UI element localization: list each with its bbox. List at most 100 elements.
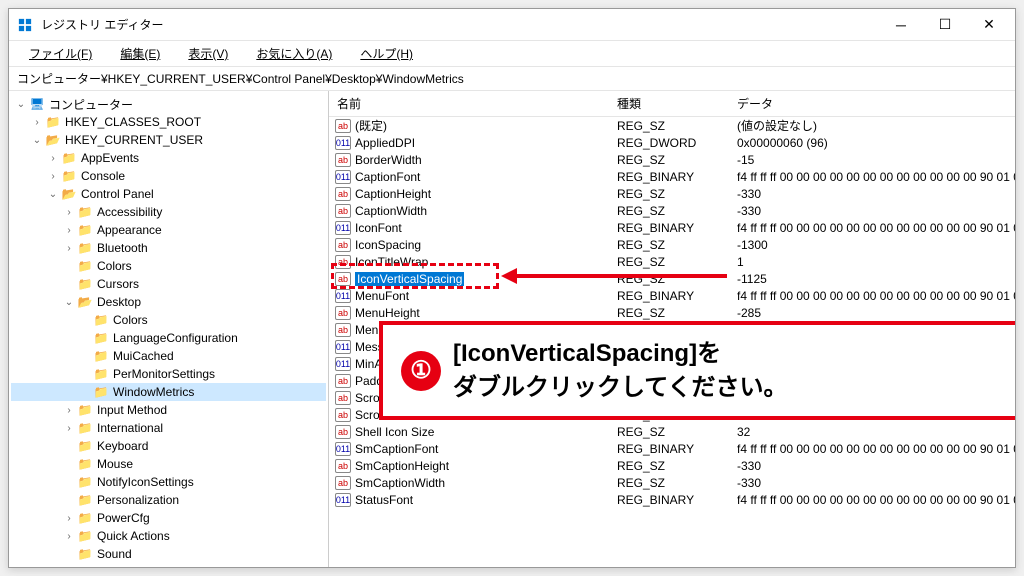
value-row[interactable]: abIconTitleWrapREG_SZ1 — [329, 253, 1015, 270]
value-row[interactable]: ab(既定)REG_SZ(値の設定なし) — [329, 117, 1015, 134]
tree-item[interactable]: ›Personalization — [11, 491, 326, 509]
chevron-icon[interactable]: ⌄ — [15, 99, 27, 110]
col-name[interactable]: 名前 — [329, 91, 609, 116]
value-row[interactable]: abIconSpacingREG_SZ-1300 — [329, 236, 1015, 253]
maximize-button[interactable]: ☐ — [931, 15, 959, 35]
value-row[interactable]: abShell Icon SizeREG_SZ32 — [329, 423, 1015, 440]
value-row[interactable]: 011MinAnimateREG_SZ0 — [329, 355, 1015, 372]
value-row[interactable]: 011StatusFontREG_BINARYf4 ff ff ff 00 00… — [329, 491, 1015, 508]
chevron-icon[interactable]: › — [63, 567, 75, 568]
value-row[interactable]: abCaptionWidthREG_SZ-330 — [329, 202, 1015, 219]
tree-item[interactable]: ⌄コンピューター — [11, 95, 326, 113]
value-row[interactable]: 011MessageFontREG_BINARYf4 ff ff ff 00 0… — [329, 338, 1015, 355]
value-row[interactable]: 011MenuFontREG_BINARYf4 ff ff ff 00 00 0… — [329, 287, 1015, 304]
tree-item[interactable]: ›LanguageConfiguration — [11, 329, 326, 347]
tree-item-label: HKEY_CLASSES_ROOT — [65, 115, 201, 129]
chevron-icon[interactable]: ⌄ — [47, 189, 59, 200]
col-data[interactable]: データ — [729, 91, 1015, 116]
tree-item[interactable]: ›Bluetooth — [11, 239, 326, 257]
tree-item-label: Desktop — [97, 295, 141, 309]
value-name: BorderWidth — [355, 153, 422, 167]
tree-item[interactable]: ›Console — [11, 167, 326, 185]
tree-item[interactable]: ›WindowMetrics — [11, 383, 326, 401]
chevron-icon[interactable]: › — [63, 243, 75, 254]
tree-item-label: Colors — [97, 259, 132, 273]
tree-item[interactable]: › International — [11, 419, 326, 437]
value-row[interactable]: abIconVerticalSpacingREG_SZ-1125 — [329, 270, 1015, 287]
tree-item[interactable]: ›Cursors — [11, 275, 326, 293]
value-row[interactable]: abMenuWidthREG_SZ-285 — [329, 321, 1015, 338]
tree-item[interactable]: › HKEY_CLASSES_ROOT — [11, 113, 326, 131]
tree-item[interactable]: ›PowerCfg — [11, 509, 326, 527]
menu-view[interactable]: 表示(V) — [176, 43, 240, 64]
value-row[interactable]: 011CaptionFontREG_BINARYf4 ff ff ff 00 0… — [329, 168, 1015, 185]
cell-type: REG_DWORD — [609, 136, 729, 150]
string-value-icon: ab — [335, 391, 351, 405]
value-name: (既定) — [355, 117, 387, 134]
menu-file[interactable]: ファイル(F) — [17, 43, 104, 64]
value-row[interactable]: abCaptionHeightREG_SZ-330 — [329, 185, 1015, 202]
tree-item[interactable]: ›Accessibility — [11, 203, 326, 221]
tree-item[interactable]: ⌄HKEY_CURRENT_USER — [11, 131, 326, 149]
value-row[interactable]: abSmCaptionHeightREG_SZ-330 — [329, 457, 1015, 474]
key-tree[interactable]: ⌄コンピューター › HKEY_CLASSES_ROOT ⌄HKEY_CURRENT_… — [9, 91, 329, 567]
tree-item-label: Cursors — [97, 277, 139, 291]
tree-item[interactable]: ›TimeDate — [11, 563, 326, 567]
string-value-icon: ab — [335, 459, 351, 473]
folder-icon — [77, 277, 93, 291]
tree-item[interactable]: ⌄ Desktop — [11, 293, 326, 311]
chevron-icon[interactable]: › — [63, 207, 75, 218]
chevron-icon[interactable]: ⌄ — [31, 135, 43, 146]
cell-data: 32 — [729, 425, 1015, 439]
chevron-icon[interactable]: › — [47, 153, 59, 164]
value-name: Shell Icon Size — [355, 425, 434, 439]
value-name: CaptionHeight — [355, 187, 431, 201]
menu-help[interactable]: ヘルプ(H) — [348, 43, 425, 64]
tree-item[interactable]: ›Appearance — [11, 221, 326, 239]
address-bar[interactable]: コンピューター¥HKEY_CURRENT_USER¥Control Panel¥… — [9, 67, 1015, 91]
folder-icon — [77, 259, 93, 273]
chevron-icon[interactable]: ⌄ — [63, 297, 75, 308]
cell-type: REG_SZ — [609, 408, 729, 422]
tree-item-label: International — [97, 421, 163, 435]
value-row[interactable]: abMenuHeightREG_SZ-285 — [329, 304, 1015, 321]
value-row[interactable]: abPaddedBorderWidthREG_SZ-60 — [329, 372, 1015, 389]
tree-item[interactable]: ›AppEvents — [11, 149, 326, 167]
col-type[interactable]: 種類 — [609, 91, 729, 116]
chevron-icon[interactable]: › — [63, 225, 75, 236]
tree-item[interactable]: ›Input Method — [11, 401, 326, 419]
tree-item-label: Mouse — [97, 457, 133, 471]
tree-item[interactable]: ›Sound — [11, 545, 326, 563]
chevron-icon[interactable]: › — [63, 513, 75, 524]
tree-item[interactable]: ›NotifyIconSettings — [11, 473, 326, 491]
tree-item[interactable]: ›Mouse — [11, 455, 326, 473]
value-row[interactable]: 011AppliedDPIREG_DWORD0x00000060 (96) — [329, 134, 1015, 151]
minimize-button[interactable]: ─ — [887, 15, 915, 35]
tree-item[interactable]: ›MuiCached — [11, 347, 326, 365]
cell-type: REG_BINARY — [609, 493, 729, 507]
tree-item[interactable]: ›PerMonitorSettings — [11, 365, 326, 383]
tree-item[interactable]: ›Keyboard — [11, 437, 326, 455]
value-row[interactable]: abScrollHeightREG_SZ-255 — [329, 389, 1015, 406]
value-row[interactable]: abSmCaptionWidthREG_SZ-330 — [329, 474, 1015, 491]
cell-data: -1125 — [729, 272, 1015, 286]
value-row[interactable]: abScrollWidthREG_SZ-255 — [329, 406, 1015, 423]
menu-favorites[interactable]: お気に入り(A) — [244, 43, 344, 64]
tree-item[interactable]: ⌄Control Panel — [11, 185, 326, 203]
tree-item[interactable]: ›Quick Actions — [11, 527, 326, 545]
chevron-icon[interactable]: › — [47, 171, 59, 182]
chevron-icon[interactable]: › — [31, 117, 43, 128]
chevron-icon[interactable]: › — [63, 531, 75, 542]
chevron-icon[interactable]: › — [63, 405, 75, 416]
cell-name: 011SmCaptionFont — [329, 442, 609, 456]
value-row[interactable]: 011IconFontREG_BINARYf4 ff ff ff 00 00 0… — [329, 219, 1015, 236]
menu-edit[interactable]: 編集(E) — [108, 43, 172, 64]
chevron-icon[interactable]: › — [63, 423, 75, 434]
cell-data: -60 — [729, 374, 1015, 388]
tree-item[interactable]: ›Colors — [11, 311, 326, 329]
value-row[interactable]: abBorderWidthREG_SZ-15 — [329, 151, 1015, 168]
value-row[interactable]: 011SmCaptionFontREG_BINARYf4 ff ff ff 00… — [329, 440, 1015, 457]
value-name: ScrollHeight — [355, 391, 420, 405]
tree-item[interactable]: ›Colors — [11, 257, 326, 275]
close-button[interactable]: ✕ — [975, 15, 1003, 35]
